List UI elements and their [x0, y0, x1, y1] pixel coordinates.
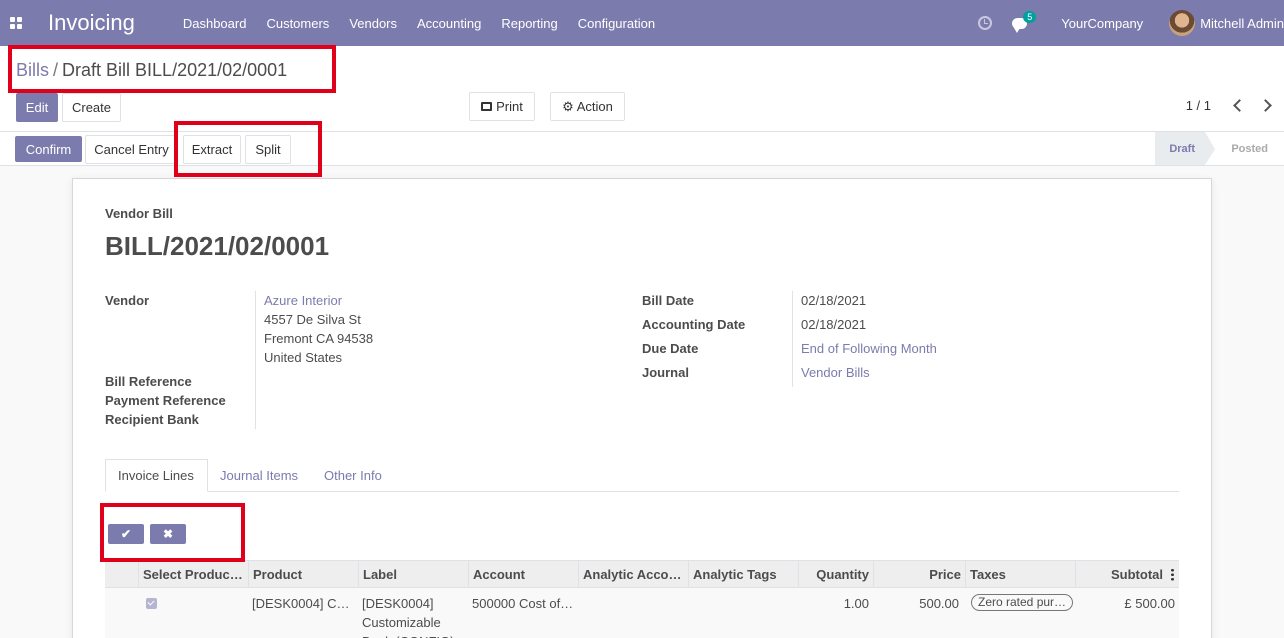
column-account[interactable]: Account: [468, 561, 578, 588]
close-icon: ✖: [162, 527, 174, 541]
status-posted: Posted: [1231, 142, 1268, 155]
tax-tag: Zero rated pur…: [971, 594, 1074, 611]
page-title: BILL/2021/02/0001: [105, 231, 330, 261]
activity-clock-icon[interactable]: [978, 16, 993, 30]
company-switcher[interactable]: YourCompany: [1061, 16, 1143, 31]
discard-line-button[interactable]: ✖: [150, 524, 186, 544]
table-header: Select Produc… Product Label Account Ana…: [105, 560, 1179, 588]
top-navbar: Invoicing Dashboard Customers Vendors Ac…: [0, 0, 1284, 46]
cell-label[interactable]: [DESK0004] Customizable Desk (CONFIG): [358, 594, 468, 638]
avatar[interactable]: [1169, 10, 1196, 36]
journal-field[interactable]: Vendor Bills: [801, 365, 870, 380]
apps-menu-icon[interactable]: [0, 0, 32, 46]
vendor-field[interactable]: Azure Interior: [264, 293, 342, 308]
bill-date-field[interactable]: 02/18/2021: [801, 293, 866, 308]
main-menu: Dashboard Customers Vendors Accounting R…: [173, 16, 665, 31]
form-sheet: Vendor Bill BILL/2021/02/0001 Vendor Azu…: [72, 178, 1212, 638]
column-subtotal[interactable]: Subtotal: [1075, 561, 1167, 588]
print-button[interactable]: Print: [469, 92, 535, 121]
cancel-entry-button[interactable]: Cancel Entry: [85, 135, 178, 164]
menu-vendors[interactable]: Vendors: [339, 16, 407, 31]
print-icon: [481, 102, 493, 111]
accounting-date-field[interactable]: 02/18/2021: [801, 317, 866, 332]
user-menu[interactable]: Mitchell Admin: [1200, 16, 1284, 31]
column-analytic-tags[interactable]: Analytic Tags: [688, 561, 798, 588]
due-date-label: Due Date: [642, 341, 699, 356]
split-button[interactable]: Split: [245, 135, 291, 164]
status-draft: Draft: [1155, 132, 1216, 165]
vendor-country: United States: [264, 350, 343, 365]
column-label[interactable]: Label: [358, 561, 468, 588]
save-line-button[interactable]: ✔: [108, 524, 144, 544]
cell-account[interactable]: 500000 Cost of…: [468, 594, 578, 613]
due-date-field[interactable]: End of Following Month: [801, 341, 937, 356]
app-title[interactable]: Invoicing: [48, 10, 135, 36]
tab-invoice-lines[interactable]: Invoice Lines: [105, 459, 208, 492]
vendor-label: Vendor: [105, 293, 150, 308]
column-price[interactable]: Price: [873, 561, 965, 588]
pager-value[interactable]: 1 / 1: [1186, 98, 1211, 113]
status-steps: Draft Posted: [1155, 132, 1284, 165]
divider: [255, 291, 256, 429]
row-select-checkbox[interactable]: [142, 594, 202, 609]
recipient-bank-label: Recipient Bank: [105, 412, 199, 427]
cell-price[interactable]: 500.00: [873, 594, 963, 613]
breadcrumb-current: Draft Bill BILL/2021/02/0001: [62, 60, 288, 80]
column-quantity[interactable]: Quantity: [798, 561, 873, 588]
cell-quantity[interactable]: 1.00: [798, 594, 873, 613]
tab-other-info[interactable]: Other Info: [324, 459, 382, 492]
payment-reference-label: Payment Reference: [105, 393, 226, 408]
cell-taxes[interactable]: Zero rated pur…: [967, 594, 1077, 611]
create-button[interactable]: Create: [62, 93, 121, 122]
cell-subtotal: £ 500.00: [1124, 596, 1175, 611]
optional-columns-icon[interactable]: [1171, 568, 1174, 581]
pager-previous-icon[interactable]: [1233, 99, 1246, 112]
menu-dashboard[interactable]: Dashboard: [173, 16, 257, 31]
action-button[interactable]: ⚙ Action: [550, 92, 625, 121]
extract-button[interactable]: Extract: [183, 135, 241, 164]
breadcrumb: Bills / Draft Bill BILL/2021/02/0001: [16, 60, 288, 80]
column-select-product[interactable]: Select Produc…: [138, 561, 248, 588]
bill-date-label: Bill Date: [642, 293, 695, 308]
chat-count-badge: 5: [1023, 10, 1037, 23]
column-taxes[interactable]: Taxes: [965, 561, 1075, 588]
control-panel: Bills / Draft Bill BILL/2021/02/0001 Edit …: [0, 46, 1284, 132]
vendor-city: Fremont CA 94538: [264, 331, 374, 346]
gear-icon: ⚙: [562, 98, 574, 114]
confirm-button[interactable]: Confirm: [15, 136, 82, 162]
notebook-tabs: Invoice Lines Journal Items Other Info: [105, 459, 1179, 492]
status-bar: Confirm Cancel Entry Extract Split Draft…: [0, 132, 1284, 166]
bill-reference-label: Bill Reference: [105, 374, 192, 389]
menu-accounting[interactable]: Accounting: [407, 16, 491, 31]
menu-configuration[interactable]: Configuration: [568, 16, 665, 31]
divider: [792, 291, 793, 387]
cell-product[interactable]: [DESK0004] C…: [248, 594, 358, 613]
column-analytic-account[interactable]: Analytic Acco…: [578, 561, 688, 588]
journal-label: Journal: [642, 365, 689, 380]
breadcrumb-bills[interactable]: Bills: [16, 60, 49, 80]
accounting-date-label: Accounting Date: [642, 317, 746, 332]
column-product[interactable]: Product: [248, 561, 358, 588]
document-type: Vendor Bill: [105, 206, 173, 221]
menu-customers[interactable]: Customers: [256, 16, 339, 31]
table-row[interactable]: [DESK0004] C… [DESK0004] Customizable De…: [105, 588, 1179, 638]
pager-next-icon[interactable]: [1259, 99, 1272, 112]
vendor-street: 4557 De Silva St: [264, 312, 361, 327]
edit-button[interactable]: Edit: [16, 93, 58, 122]
check-icon: ✔: [120, 527, 132, 541]
messaging-menu[interactable]: 5: [1012, 10, 1037, 33]
checkbox-icon: [146, 598, 157, 609]
tab-journal-items[interactable]: Journal Items: [220, 459, 298, 492]
menu-reporting[interactable]: Reporting: [491, 16, 567, 31]
